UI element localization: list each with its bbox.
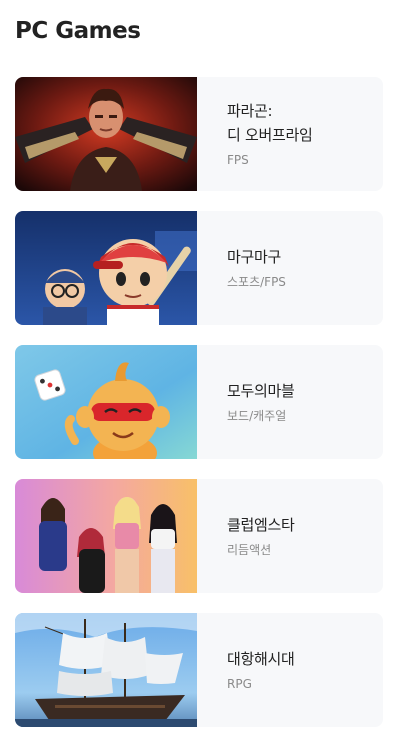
game-title: 모두의마블 xyxy=(227,382,295,400)
game-thumbnail xyxy=(15,77,197,191)
game-thumbnail xyxy=(15,613,197,727)
game-title: 클럽엠스타 xyxy=(227,516,295,534)
game-card-club-mstar[interactable]: 클럽엠스타 리듬액션 xyxy=(15,479,383,593)
game-title: 대항해시대 xyxy=(227,650,295,668)
game-title-line2: 디 오버프라임 xyxy=(227,126,313,144)
game-genre: 보드/캐주얼 xyxy=(227,409,287,423)
game-card-magumagu[interactable]: 마구마구 스포츠/FPS xyxy=(15,211,383,325)
game-genre: 스포츠/FPS xyxy=(227,275,286,289)
game-genre: FPS xyxy=(227,153,249,167)
game-card-modu-marble[interactable]: 모두의마블 보드/캐주얼 xyxy=(15,345,383,459)
page-title: PC Games xyxy=(15,18,141,44)
game-genre: 리듬액션 xyxy=(227,543,272,557)
game-thumbnail xyxy=(15,345,197,459)
game-title: 파라곤: xyxy=(227,102,273,120)
game-card-uncharted-waters[interactable]: 대항해시대 RPG xyxy=(15,613,383,727)
game-title: 마구마구 xyxy=(227,248,282,266)
game-card-paragon[interactable]: 파라곤: 디 오버프라임 FPS xyxy=(15,77,383,191)
game-genre: RPG xyxy=(227,677,252,691)
game-thumbnail xyxy=(15,211,197,325)
game-thumbnail xyxy=(15,479,197,593)
